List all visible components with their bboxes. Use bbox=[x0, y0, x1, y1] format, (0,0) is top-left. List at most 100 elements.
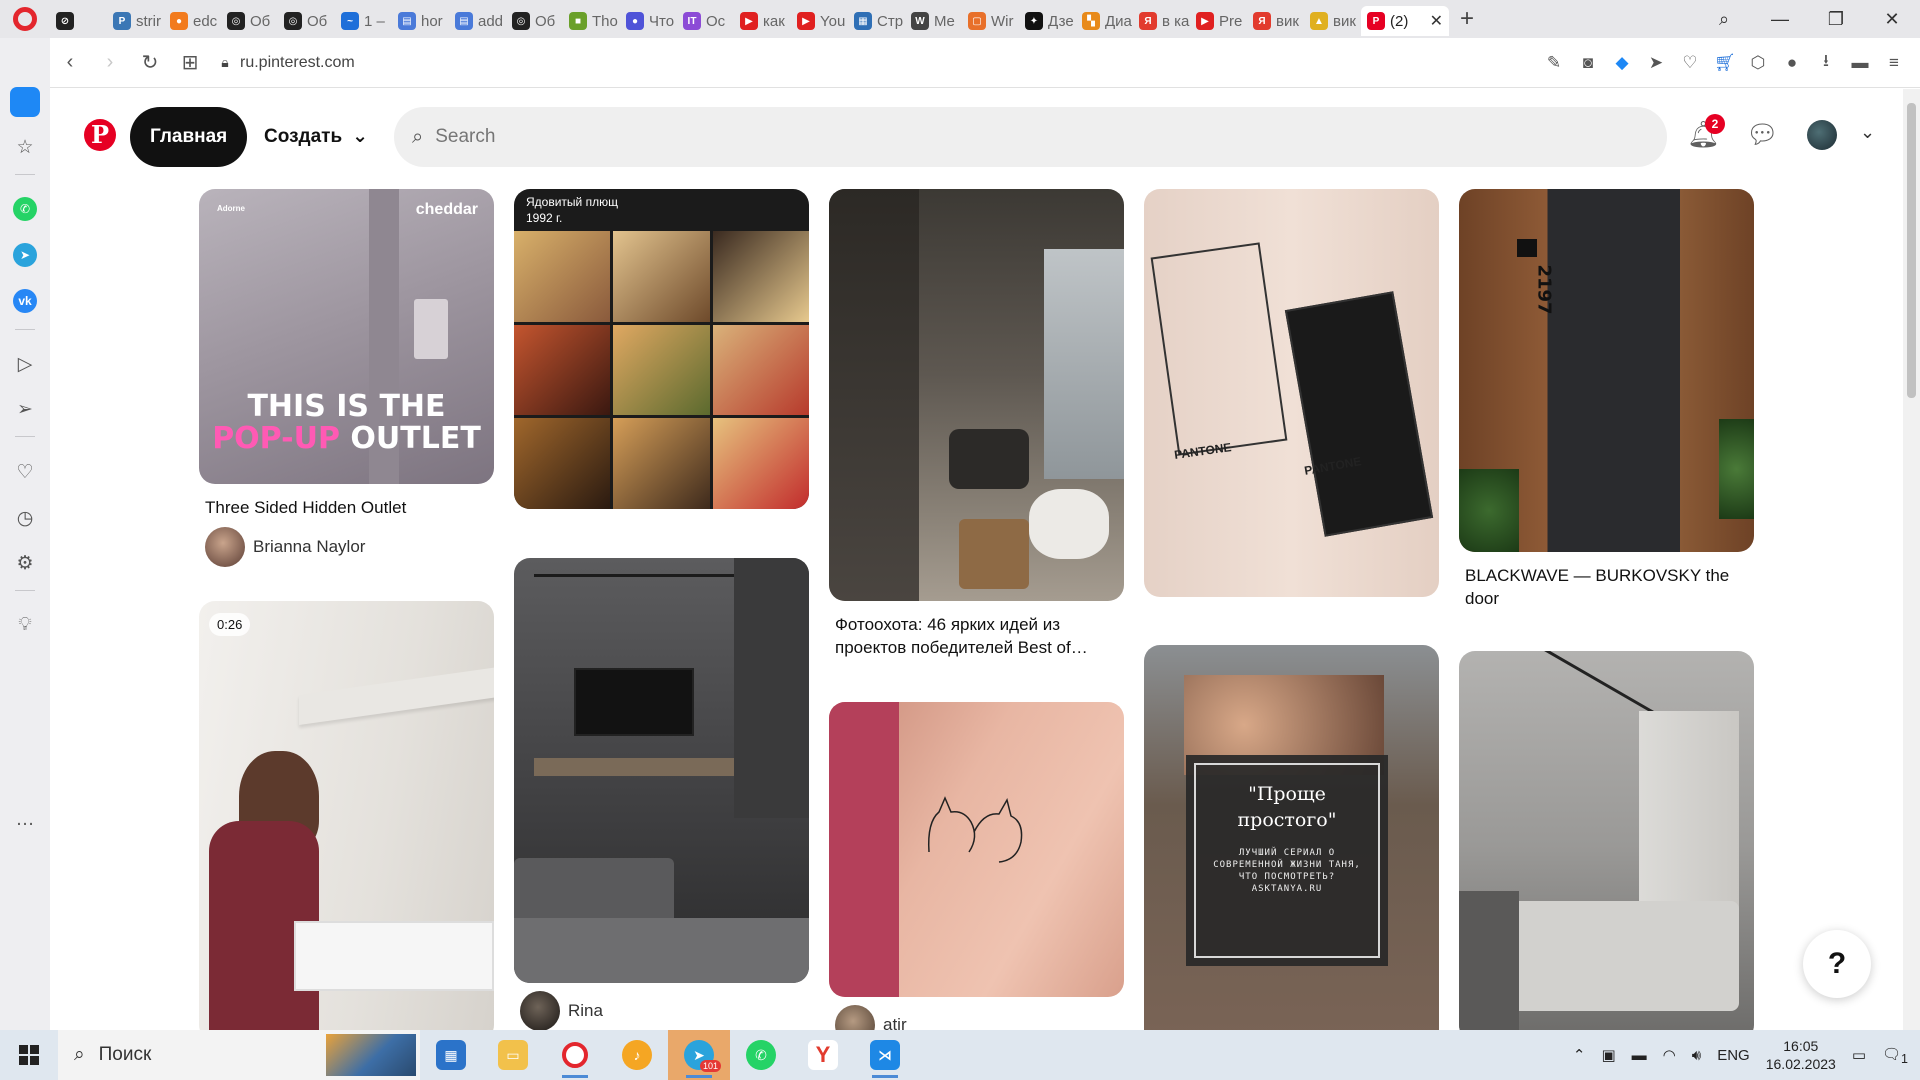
browser-tab[interactable]: ■ Tho bbox=[563, 6, 620, 36]
browser-tab[interactable]: ▤ hor bbox=[392, 6, 449, 36]
browser-tab[interactable]: Яв ка bbox=[1133, 6, 1190, 36]
cube-icon[interactable]: ⬡ bbox=[1748, 53, 1768, 73]
browser-tab[interactable]: ◎ Об bbox=[278, 6, 335, 36]
avatar[interactable] bbox=[1807, 120, 1837, 150]
browser-tab[interactable]: ▦ Стр bbox=[848, 6, 905, 36]
tray-chevron-up-icon[interactable]: ⌃ bbox=[1573, 1046, 1586, 1064]
pin-title[interactable]: Three Sided Hidden Outlet bbox=[199, 484, 494, 519]
pin-author[interactable]: Rina bbox=[514, 983, 809, 1030]
sidebar-vk-icon[interactable]: vk bbox=[0, 284, 50, 318]
vpn-shield-icon[interactable]: ◆ bbox=[1612, 53, 1632, 73]
browser-tab[interactable]: W Me bbox=[905, 6, 962, 36]
browser-tab[interactable]: ⊘ bbox=[50, 6, 107, 36]
browser-tab[interactable]: Явик bbox=[1247, 6, 1304, 36]
search-tabs-icon[interactable]: ⌕ bbox=[1696, 9, 1752, 30]
restore-button[interactable]: ❐ bbox=[1808, 9, 1864, 30]
browser-tab[interactable]: Pstrir bbox=[107, 6, 164, 36]
browser-tab[interactable]: ✦ Дзе bbox=[1019, 6, 1076, 36]
sidebar-whatsapp-icon[interactable]: ✆ bbox=[0, 192, 50, 226]
download-icon[interactable]: ⭳ bbox=[1816, 48, 1836, 77]
lock-icon[interactable]: 🔒︎ bbox=[210, 54, 240, 71]
profile-icon[interactable]: ● bbox=[1782, 53, 1802, 73]
pin-card[interactable]: "Проще простого" ЛУЧШИЙ СЕРИАЛ О СОВРЕМЕ… bbox=[1144, 645, 1439, 1030]
browser-tab[interactable]: ● edc bbox=[164, 6, 221, 36]
sidebar-home-icon[interactable] bbox=[0, 85, 50, 119]
pin-image[interactable]: 0:26 bbox=[199, 601, 494, 1030]
start-button[interactable] bbox=[0, 1030, 58, 1080]
tray-display-icon[interactable]: ▭ bbox=[1852, 1046, 1866, 1064]
heart-icon[interactable]: ♡ bbox=[1680, 53, 1700, 73]
sidebar-telegram-icon[interactable]: ➤ bbox=[0, 238, 50, 272]
browser-tab[interactable]: P (2) ✕ bbox=[1361, 6, 1449, 36]
sidebar-player-icon[interactable]: ▷ bbox=[0, 347, 50, 381]
messages-icon[interactable]: 💬︎ bbox=[1746, 119, 1779, 150]
pin-card[interactable]: Ядовитый плющ 1992 г. bbox=[514, 189, 809, 509]
browser-tab[interactable]: ◎ Об bbox=[221, 6, 278, 36]
search-bar[interactable]: ⌕ bbox=[394, 107, 1667, 167]
browser-tab[interactable]: ● Что bbox=[620, 6, 677, 36]
create-button[interactable]: Создать ⌄ bbox=[264, 107, 368, 167]
new-tab-button[interactable]: + bbox=[1449, 5, 1485, 33]
tray-clock[interactable]: 16:05 16.02.2023 bbox=[1766, 1037, 1836, 1073]
tray-volume-icon[interactable]: 🔊︎ bbox=[1692, 1047, 1701, 1064]
pin-image[interactable]: Ядовитый плющ 1992 г. bbox=[514, 189, 809, 509]
pin-image[interactable]: 2197 bbox=[1459, 189, 1754, 552]
pin-card[interactable]: 0:26 bbox=[199, 601, 494, 1030]
pin-title[interactable]: BLACKWAVE — BURKOVSKY the door bbox=[1459, 552, 1754, 610]
taskbar-whatsapp-app[interactable]: ✆ bbox=[730, 1030, 792, 1080]
pin-card[interactable]: PANTONE PANTONE bbox=[1144, 189, 1439, 597]
sidebar-settings-icon[interactable]: ⚙ bbox=[0, 546, 50, 580]
battery-icon[interactable]: ▬ bbox=[1850, 53, 1870, 73]
browser-tab[interactable]: ▶ You bbox=[791, 6, 848, 36]
taskbar-search[interactable]: ⌕ Поиск bbox=[58, 1030, 420, 1080]
pin-author[interactable]: Brianna Naylor bbox=[199, 519, 494, 567]
tray-battery-icon[interactable]: ▬ bbox=[1632, 1047, 1647, 1064]
send-icon[interactable]: ➤ bbox=[1646, 53, 1666, 73]
browser-tab[interactable]: ▲ вик bbox=[1304, 6, 1361, 36]
pin-card[interactable]: atir bbox=[829, 702, 1124, 1030]
browser-tab[interactable]: ▢ Wir bbox=[962, 6, 1019, 36]
forward-button[interactable]: › bbox=[90, 51, 130, 74]
back-button[interactable]: ‹ bbox=[50, 51, 90, 74]
tray-wifi-icon[interactable]: ◠ bbox=[1663, 1046, 1676, 1064]
browser-tab[interactable]: ~1 – bbox=[335, 6, 392, 36]
sidebar-send-icon[interactable]: ➢ bbox=[0, 392, 50, 426]
browser-tab[interactable]: ▚ Диа bbox=[1076, 6, 1133, 36]
sidebar-bookmarks-icon[interactable]: ☆ bbox=[0, 130, 50, 164]
pinterest-logo-icon[interactable]: P bbox=[84, 119, 116, 151]
close-window-button[interactable]: ✕ bbox=[1864, 9, 1920, 30]
browser-tab[interactable]: ▶ как bbox=[734, 6, 791, 36]
tab-close-icon[interactable]: ✕ bbox=[1430, 11, 1443, 31]
pin-image[interactable] bbox=[1459, 651, 1754, 1030]
opera-menu-button[interactable] bbox=[0, 0, 50, 38]
sidebar-heart-icon[interactable]: ♡ bbox=[0, 455, 50, 489]
sidebar-tips-icon[interactable]: 💡︎ bbox=[0, 608, 50, 642]
pin-card[interactable]: 2197 BLACKWAVE — BURKOVSKY the door bbox=[1459, 189, 1754, 610]
camera-icon[interactable]: ◙ bbox=[1578, 53, 1598, 73]
home-button[interactable]: Главная bbox=[130, 107, 248, 167]
pin-image[interactable] bbox=[829, 702, 1124, 997]
taskbar-telegram-app[interactable]: ➤ 101 bbox=[668, 1030, 730, 1080]
minimize-button[interactable]: — bbox=[1752, 9, 1808, 30]
page-scrollbar[interactable] bbox=[1903, 89, 1920, 1030]
action-center-icon[interactable]: 🗨︎1 bbox=[1882, 1045, 1908, 1066]
taskbar-explorer-app[interactable]: ▭ bbox=[482, 1030, 544, 1080]
pin-image[interactable] bbox=[514, 558, 809, 983]
taskbar-vscode-app[interactable]: ⋊ bbox=[854, 1030, 916, 1080]
taskbar-yandex-app[interactable]: Y bbox=[792, 1030, 854, 1080]
cart-icon[interactable]: 🛒︎ bbox=[1714, 53, 1736, 73]
reload-button[interactable]: ↻ bbox=[130, 50, 170, 75]
pin-image[interactable] bbox=[829, 189, 1124, 601]
account-chevron-down-icon[interactable]: ⌄ bbox=[1860, 122, 1875, 143]
search-input[interactable] bbox=[435, 126, 1616, 148]
tray-device-icon[interactable]: ▣ bbox=[1601, 1046, 1615, 1064]
help-button[interactable]: ? bbox=[1803, 930, 1871, 998]
taskbar-calendar-app[interactable]: ▦ bbox=[420, 1030, 482, 1080]
browser-tab[interactable]: ▶ Pre bbox=[1190, 6, 1247, 36]
taskbar-opera-app[interactable] bbox=[544, 1030, 606, 1080]
pin-author[interactable]: atir bbox=[829, 997, 1124, 1030]
tabs-overview-icon[interactable]: ⊞ bbox=[170, 50, 210, 75]
pin-card[interactable] bbox=[1459, 651, 1754, 1030]
browser-tab[interactable]: ▤ add bbox=[449, 6, 506, 36]
taskbar-music-app[interactable]: ♪ bbox=[606, 1030, 668, 1080]
